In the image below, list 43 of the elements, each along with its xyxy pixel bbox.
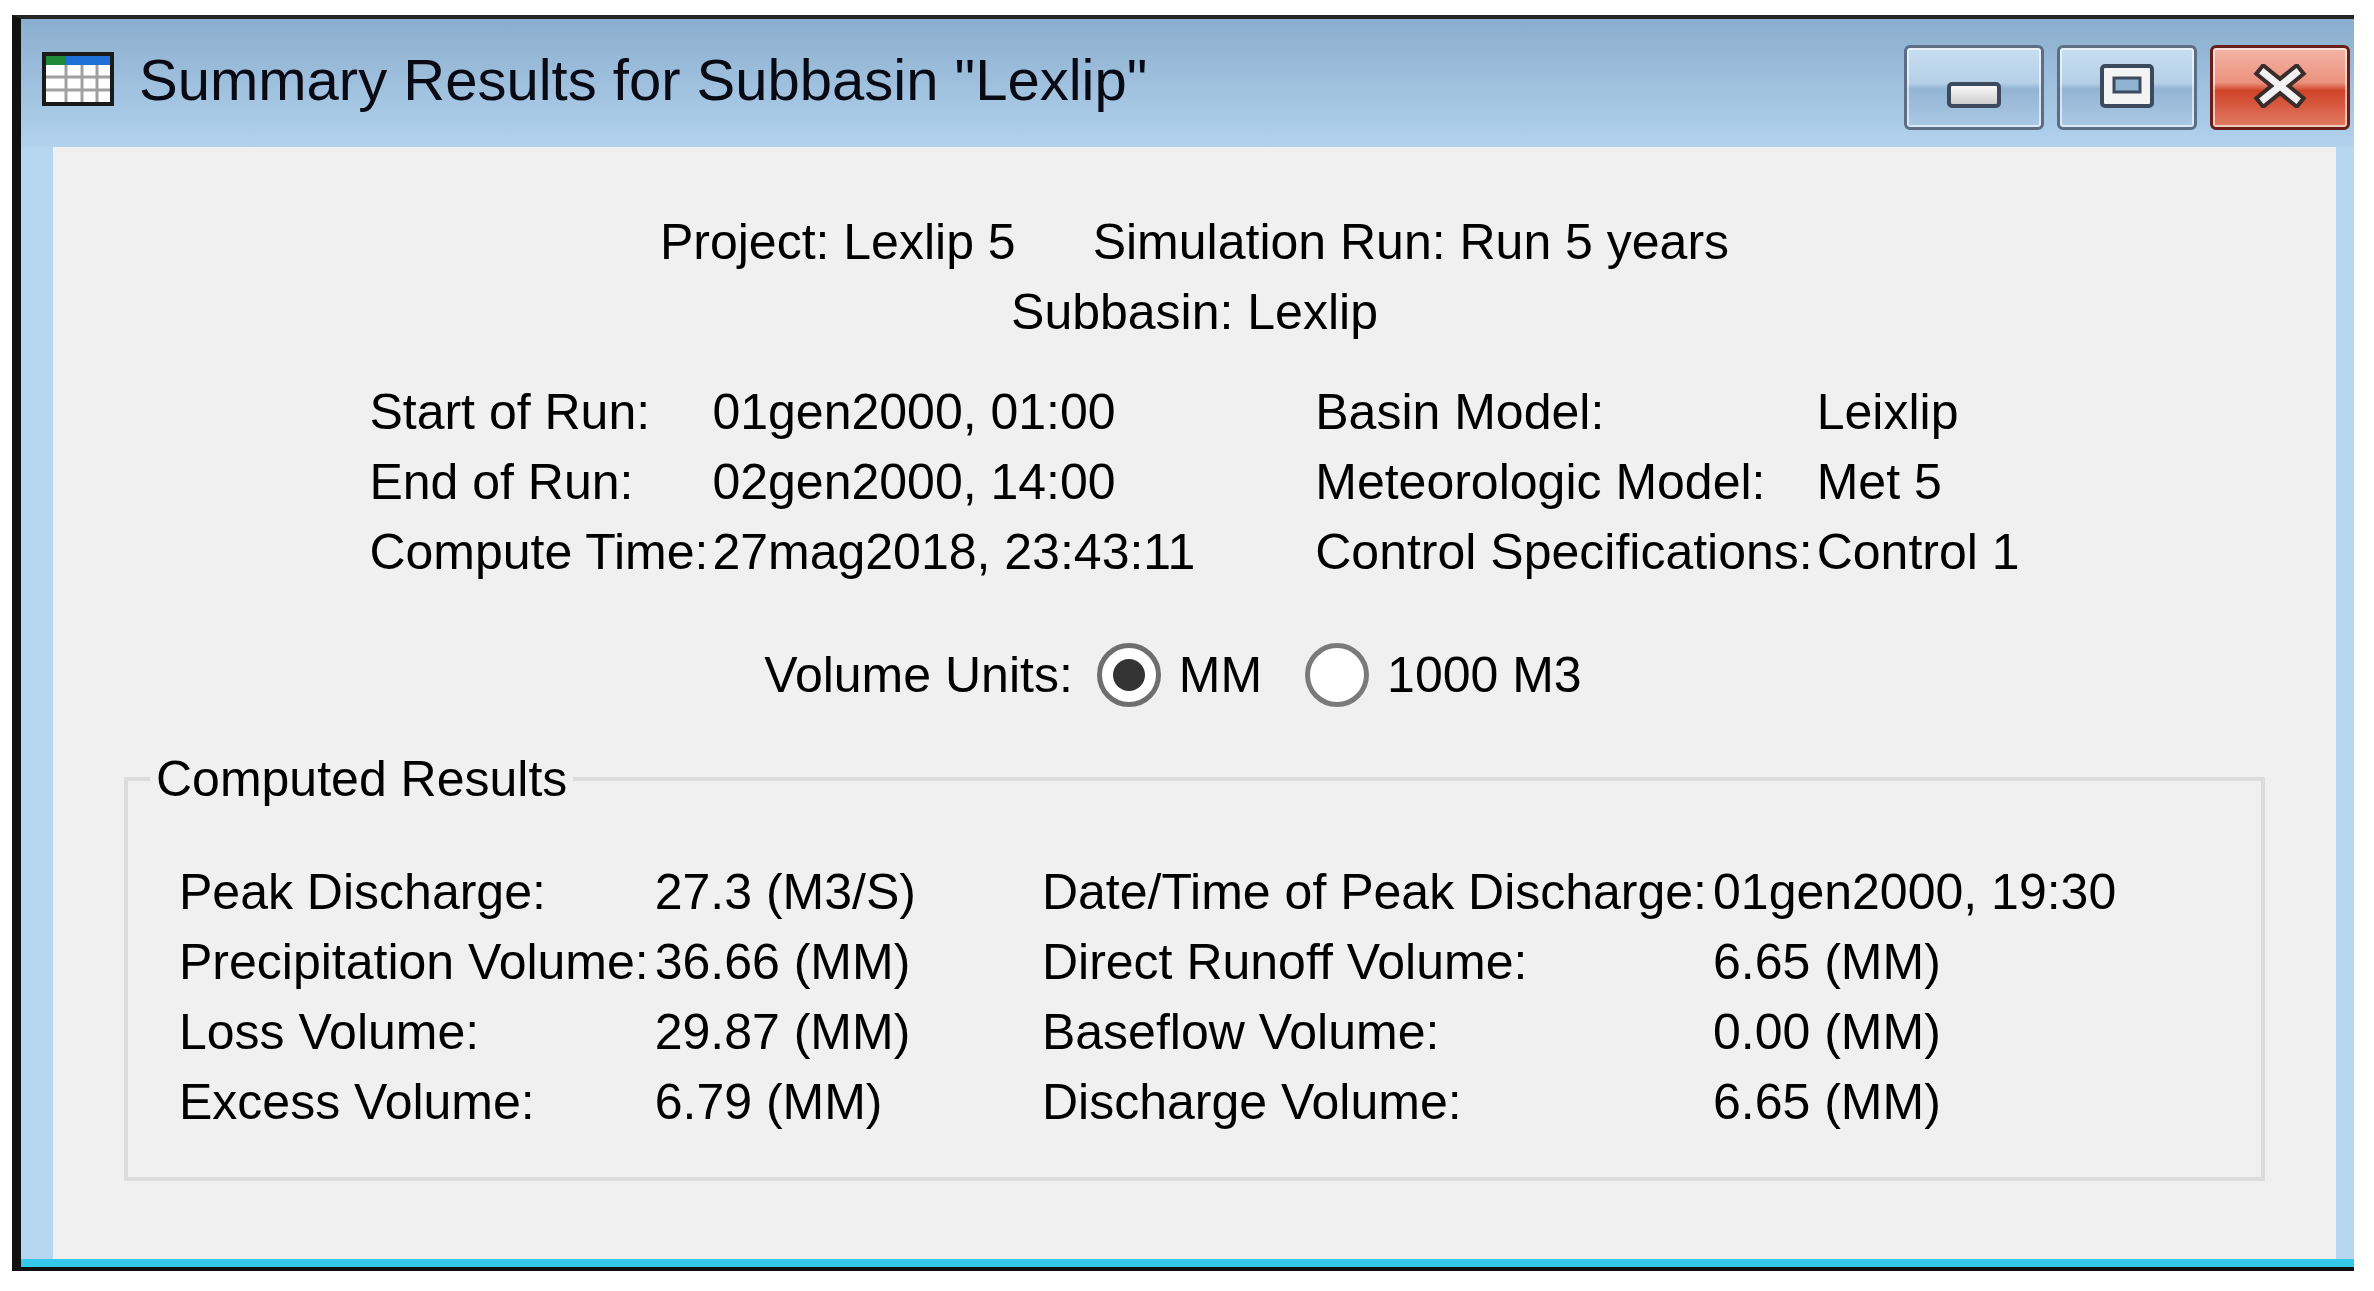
maximize-icon bbox=[2100, 64, 2154, 108]
field-value: 36.66 (MM) bbox=[654, 933, 912, 992]
field-label: Discharge Volume: bbox=[1041, 1073, 1463, 1132]
field-value: 29.87 (MM) bbox=[654, 1003, 912, 1062]
field-value: 27mag2018, 23:43:11 bbox=[712, 523, 1197, 582]
field-label: Control Specifications: bbox=[1315, 523, 1813, 582]
field-label: Peak Discharge: bbox=[179, 863, 547, 922]
subbasin-label: Subbasin: Lexlip bbox=[1011, 283, 1378, 342]
field-label: Excess Volume: bbox=[179, 1073, 536, 1132]
field-label: Direct Runoff Volume: bbox=[1041, 933, 1529, 992]
field-label: Precipitation Volume: bbox=[179, 933, 649, 992]
group-title: Computed Results bbox=[155, 750, 569, 809]
field-value: Met 5 bbox=[1816, 453, 1943, 512]
close-icon bbox=[2252, 64, 2308, 108]
field-value: 02gen2000, 14:00 bbox=[712, 453, 1117, 512]
field-label: End of Run: bbox=[369, 453, 635, 512]
field-value: 6.79 (MM) bbox=[654, 1073, 884, 1132]
field-label: Meteorologic Model: bbox=[1315, 453, 1767, 512]
window-title: Summary Results for Subbasin "Lexlip" bbox=[139, 45, 1148, 113]
field-value: Leixlip bbox=[1816, 383, 1960, 442]
close-button[interactable] bbox=[2210, 45, 2350, 130]
volume-units-label: Volume Units: bbox=[764, 646, 1073, 705]
field-value: 01gen2000, 01:00 bbox=[712, 383, 1117, 442]
radio-option[interactable]: 1000 M3 bbox=[1305, 640, 1582, 710]
radio-option[interactable]: MM bbox=[1096, 640, 1263, 710]
field-label: Start of Run: bbox=[369, 383, 652, 442]
field-value: 01gen2000, 19:30 bbox=[1713, 863, 2117, 922]
minimize-button[interactable] bbox=[1904, 45, 2044, 130]
field-label: Baseflow Volume: bbox=[1041, 1003, 1441, 1062]
field-label: Date/Time of Peak Discharge: bbox=[1041, 863, 1707, 922]
field-value: 6.65 (MM) bbox=[1713, 933, 1942, 992]
field-value: 6.65 (MM) bbox=[1713, 1073, 1942, 1132]
maximize-button[interactable] bbox=[2057, 45, 2197, 130]
field-label: Basin Model: bbox=[1315, 383, 1606, 442]
field-value: 27.3 (M3/S) bbox=[654, 863, 917, 922]
minimize-icon bbox=[1947, 82, 2001, 108]
field-label: Loss Volume: bbox=[179, 1003, 481, 1062]
field-label: Compute Time: bbox=[369, 523, 709, 582]
field-value: 0.00 (MM) bbox=[1713, 1003, 1942, 1062]
project-label: Project: Lexlip 5 bbox=[659, 213, 1016, 272]
simulation-run-label: Simulation Run: Run 5 years bbox=[1092, 213, 1730, 272]
field-value: Control 1 bbox=[1816, 523, 2020, 582]
table-icon bbox=[42, 52, 114, 106]
